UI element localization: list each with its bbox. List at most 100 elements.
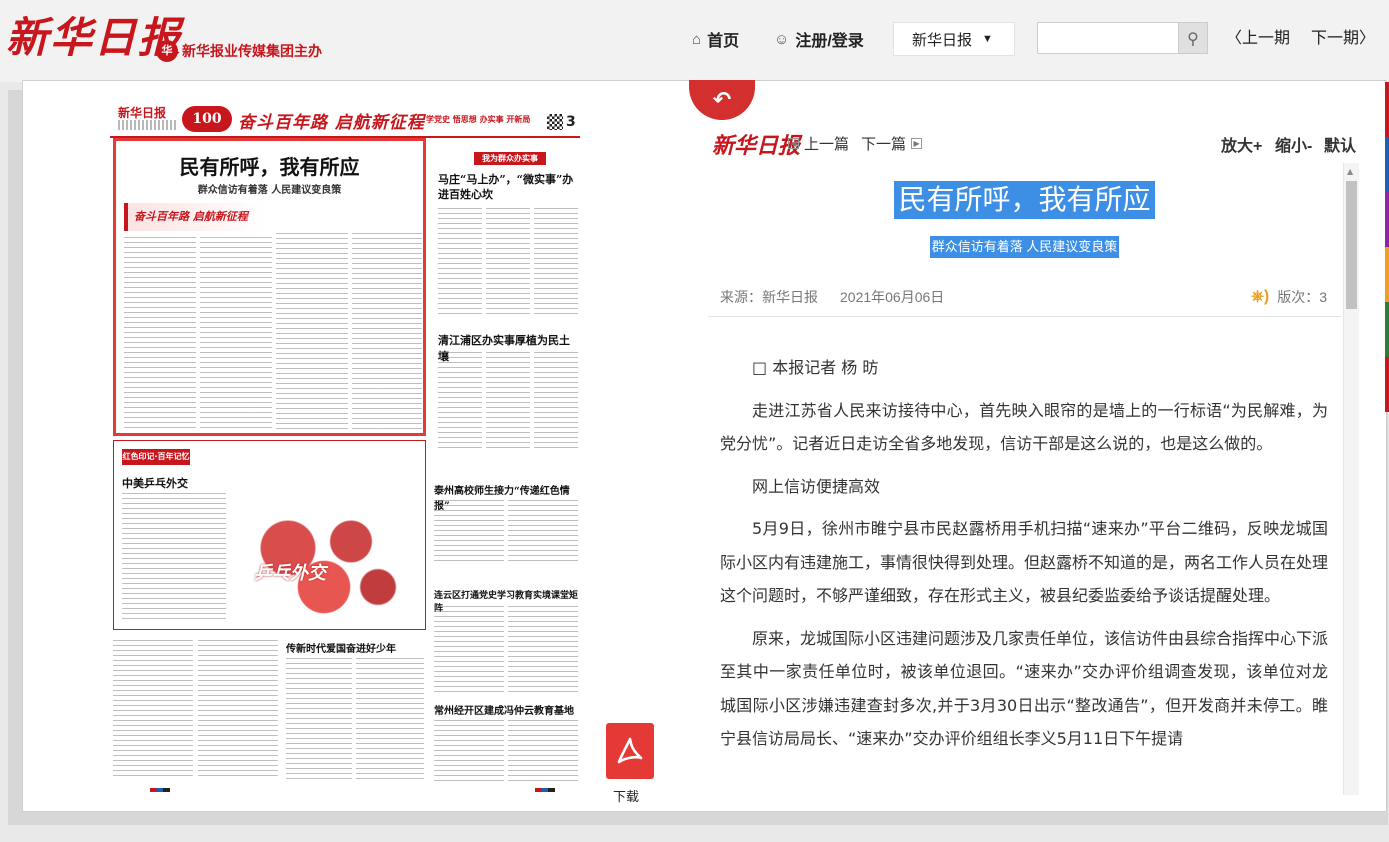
pdf-icon [617,737,643,764]
login-link[interactable]: ☺ 注册/登录 [774,22,864,56]
article-source: 来源：新华日报 [720,289,818,305]
column-text [286,658,352,782]
home-link[interactable]: ⌂ 首页 [692,22,739,56]
prev-article-link[interactable]: ◀ 上一篇 [788,133,849,154]
next-issue-label: 下一期 [1311,30,1360,47]
article-date: 2021年06月06日 [840,289,945,305]
column-text [508,720,578,782]
zoom-out-button[interactable]: 缩小- [1275,132,1312,156]
selected-article-area[interactable]: 民有所呼，我有所应 群众信访有着落 人民建议变良策 奋斗百年路 启航新征程 [113,138,426,436]
page-date-lines [118,120,178,130]
paragraph: 原来，龙城国际小区违建问题涉及几家责任单位，该信访件由县综合指挥中心下派至其中一… [720,628,1329,749]
sponsor-text: 新华报业传媒集团主办 [182,44,322,60]
newspaper-page[interactable]: 新华日报 100 奋斗百年路 启航新征程 学党史 悟思想 办实事 开新局 3 民… [110,100,580,795]
download-label: 下载 [613,789,640,804]
next-circle-icon: 〉 [1359,30,1376,47]
column-text [122,493,226,623]
home-label: 首页 [707,33,740,50]
headline-changzhou[interactable]: 常州经开区建成冯仲云教育基地 [434,702,580,717]
search-input[interactable] [1037,22,1179,54]
column-text [198,640,278,780]
column-text [486,208,530,318]
article-masthead: 新华日报 [712,133,801,159]
column-text [434,720,504,782]
column-text [486,352,530,448]
column-text [508,606,578,692]
papercut-text: 乒乓外交 [254,563,326,584]
qr-code-icon [547,114,563,130]
paragraph: 5月9日，徐州市睢宁县市民赵露桥用手机扫描“速来办”平台二维码，反映龙城国际小区… [720,519,1329,605]
page-slogan: 奋斗百年路 启航新征程 [238,113,425,133]
edge-accent [1385,82,1389,412]
prev-issue-label: 上一期 [1242,30,1291,47]
scroll-up-icon[interactable]: ▲ [1347,167,1353,176]
red-history-section[interactable]: 红色印记·百年记忆 中美乒乓外交 乒乓外交 [113,440,426,630]
caret-down-icon: ▼ [982,33,993,45]
column-text [124,237,196,429]
section-heading: 网上信访便捷高效 [752,476,881,496]
next-article-link[interactable]: 下一篇 ▶ [861,133,923,154]
user-icon: ☺ [774,30,790,48]
prev-issue-link[interactable]: 〈上一期 [1226,24,1290,48]
column-text [508,500,578,562]
column-text [434,606,504,692]
page-number: 3 [566,114,576,130]
article-subtitle-wrap: 群众信访有着落 人民建议变良策 [708,236,1341,258]
red-history-title: 中美乒乓外交 [122,477,188,490]
section-tag: 我为群众办实事 [474,152,546,165]
red-history-label: 红色印记·百年记忆 [122,449,190,465]
article-meta: 来源：新华日报 2021年06月06日 [720,287,944,307]
prev-article-label: 上一篇 [804,136,850,153]
paper-select[interactable]: 新华日报 ▼ [893,22,1015,56]
next-article-label: 下一篇 [861,136,907,153]
column-text [200,237,272,429]
page-slogan-sub: 学党史 悟思想 办实事 开新局 [426,115,531,124]
column-text [438,352,482,448]
return-arrow-icon: ↶ [712,87,732,113]
column-text [276,233,348,429]
headline-youth[interactable]: 传新时代爱国奋进好少年 [286,640,426,655]
next-issue-link[interactable]: 下一期〉 [1311,24,1375,48]
article-subtitle: 群众信访有着落 人民建议变良策 [929,236,1120,258]
prev-circle-icon: 〈 [1226,30,1243,47]
login-label: 注册/登录 [795,33,864,50]
zoom-in-button[interactable]: 放大+ [1221,132,1262,156]
article-title: 民有所呼，我有所应 [894,181,1155,219]
scroll-thumb[interactable] [1346,181,1357,309]
column-text [434,500,504,562]
column-text [356,658,424,782]
article-meta-right: ⎈) 版次：3 [1251,287,1327,307]
zoom-default-button[interactable]: 默认 [1324,132,1356,156]
page-logo: 新华日报 [118,106,167,120]
article-body: □ 本报记者 杨 昉 走进江苏省人民来访接待中心，首先映入眼帘的是墙上的一行标语… [720,351,1328,765]
search-icon: ⚲ [1187,28,1199,48]
paragraph: 走进江苏省人民来访接待中心，首先映入眼帘的是墙上的一行标语“为民解难，为党分忧”… [720,400,1328,454]
page-main-subtitle: 群众信访有着落 人民建议变良策 [197,185,342,196]
left-square-icon: ◀ [788,138,799,149]
column-text [352,233,422,429]
download-pdf-button[interactable] [606,723,654,779]
column-text [438,208,482,318]
home-icon: ⌂ [692,30,702,48]
column-text [113,640,193,780]
footer-dots [150,788,170,792]
page-main-title: 民有所呼，我有所应 [179,155,360,179]
top-bar: 新华日报 华 新华报业传媒集团主办 ⌂ 首页 ☺ 注册/登录 新华日报 ▼ ⚲ … [0,0,1389,82]
divider [708,316,1341,317]
article-title-wrap: 民有所呼，我有所应 [708,181,1341,219]
speaker-icon[interactable]: ⎈) [1251,288,1269,306]
page-masthead: 新华日报 100 奋斗百年路 启航新征程 学党史 悟思想 办实事 开新局 3 [110,100,580,138]
group-logo-icon: 华 [156,40,178,62]
right-square-icon: ▶ [911,138,923,149]
article-panel[interactable]: 民有所呼，我有所应 群众信访有着落 人民建议变良策 来源：新华日报 2021年06… [708,163,1341,795]
search-button[interactable]: ⚲ [1178,22,1208,54]
page-banner: 奋斗百年路 启航新征程 [124,203,264,231]
article-scrollbar[interactable]: ▲ [1343,163,1359,795]
article-edition: 版次：3 [1277,289,1327,305]
footer-dots [535,788,555,792]
headline-mazhuang[interactable]: 马庄“马上办”，“微实事”办进百姓心坎 [438,172,578,202]
sponsor-line: 华 新华报业传媒集团主办 [156,40,322,62]
centenary-badge: 100 [182,106,232,132]
column-text [534,352,578,448]
paper-select-value: 新华日报 [912,31,973,49]
